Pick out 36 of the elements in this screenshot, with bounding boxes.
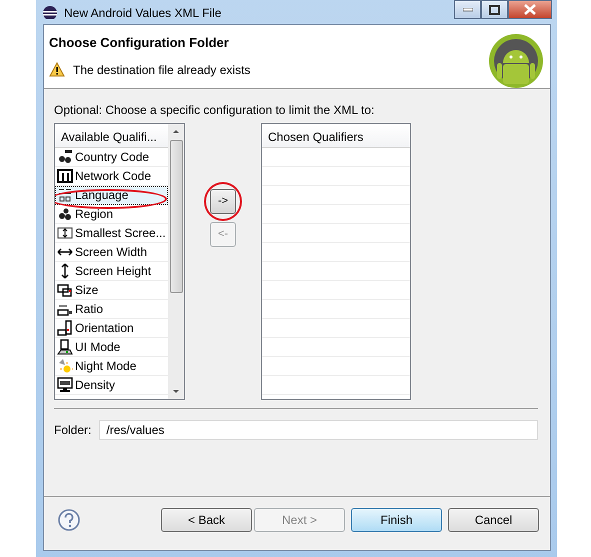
qualifier-list-item[interactable]: Smallest Scree... xyxy=(55,224,168,243)
qualifier-list-item[interactable]: Density xyxy=(55,376,168,395)
warning-icon xyxy=(49,62,65,77)
folder-field[interactable]: /res/values xyxy=(99,420,538,440)
qualifier-icon xyxy=(57,225,73,241)
qualifier-icon xyxy=(57,320,73,336)
qualifier-icon xyxy=(57,358,73,374)
eclipse-icon xyxy=(42,3,58,19)
qualifier-icon xyxy=(57,168,73,184)
window-title: New Android Values XML File xyxy=(64,5,222,22)
qualifier-icon xyxy=(57,149,73,165)
qualifier-icon xyxy=(57,282,73,298)
close-icon xyxy=(524,4,536,15)
help-icon xyxy=(58,508,80,530)
page-title: Choose Configuration Folder xyxy=(49,34,230,52)
minimize-icon xyxy=(462,8,472,12)
qualifier-list-item[interactable]: Country Code xyxy=(55,148,168,167)
add-button[interactable]: -> xyxy=(210,189,236,214)
wizard-button[interactable]: < Back xyxy=(161,508,252,532)
wizard-button[interactable]: Finish xyxy=(351,508,442,532)
maximize-button[interactable] xyxy=(481,0,508,19)
close-button[interactable] xyxy=(508,0,552,19)
instruction-text: Optional: Choose a specific configuration to limit the XML to: xyxy=(54,102,376,119)
qualifier-icon xyxy=(57,339,73,355)
maximize-icon xyxy=(489,4,500,14)
wizard-button[interactable]: Cancel xyxy=(448,508,539,532)
warning-message: The destination file already exists xyxy=(73,62,250,78)
scrollbar[interactable] xyxy=(168,124,184,399)
qualifier-list-item[interactable]: UI Mode xyxy=(55,338,168,357)
qualifier-icon xyxy=(57,377,73,393)
folder-label: Folder: xyxy=(54,422,92,439)
qualifier-list-item[interactable]: Region xyxy=(55,205,168,224)
qualifier-icon xyxy=(57,187,73,203)
qualifier-icon xyxy=(57,206,73,222)
minimize-button[interactable] xyxy=(454,0,481,19)
qualifier-list-item[interactable]: Language xyxy=(55,186,168,205)
